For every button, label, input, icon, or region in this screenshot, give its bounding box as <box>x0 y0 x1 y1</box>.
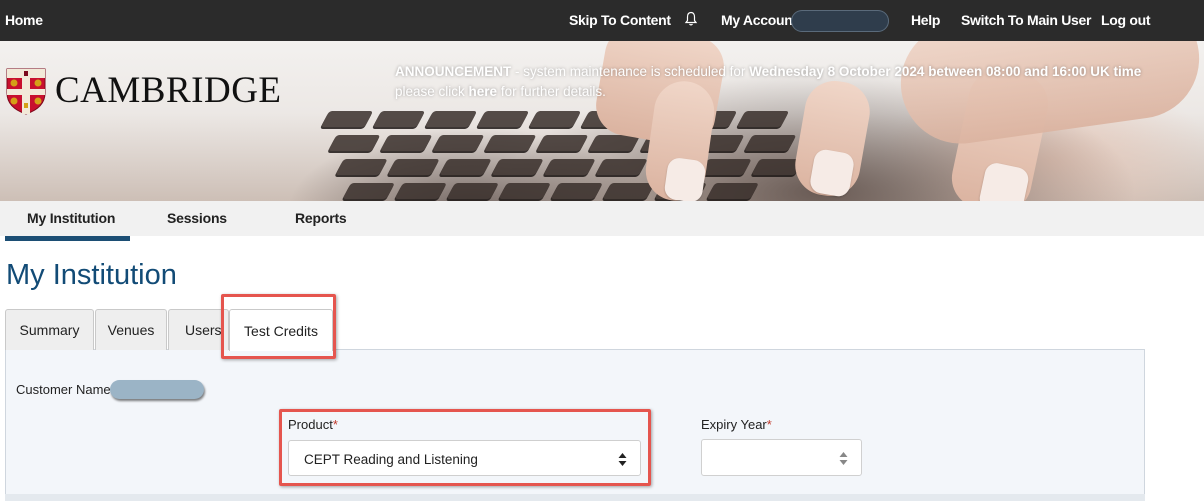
redacted-account-name <box>791 10 889 32</box>
logout-link[interactable]: Log out <box>1101 12 1151 28</box>
expiry-year-label: Expiry Year* <box>701 417 772 432</box>
skip-to-content-link[interactable]: Skip To Content <box>569 12 671 28</box>
announcement: ANNOUNCEMENT - system maintenance is sch… <box>395 62 1155 102</box>
page-title: My Institution <box>6 259 177 291</box>
top-bar: Home Skip To Content My Account Help Swi… <box>0 0 1204 41</box>
product-select-highlight <box>279 409 651 486</box>
tab-users[interactable]: Users <box>168 309 229 350</box>
nav-active-indicator <box>5 236 130 241</box>
customer-name-label: Customer Name <box>16 382 111 397</box>
expiry-year-select[interactable] <box>701 439 862 476</box>
announcement-here-link[interactable]: here <box>469 84 498 99</box>
my-account-link[interactable]: My Account <box>721 12 797 28</box>
announcement-text-2: please click <box>395 84 469 99</box>
tab-venues[interactable]: Venues <box>95 309 167 350</box>
select-arrows-icon <box>839 452 848 465</box>
announcement-date: Wednesday 8 October 2024 between 08:00 a… <box>749 64 1142 79</box>
home-link[interactable]: Home <box>5 12 43 28</box>
expiry-year-label-text: Expiry Year <box>701 417 767 432</box>
announcement-label: ANNOUNCEMENT <box>395 64 512 79</box>
cambridge-shield-icon <box>6 68 46 115</box>
nav-reports[interactable]: Reports <box>295 210 347 226</box>
help-link[interactable]: Help <box>911 12 940 28</box>
announcement-text-3: for further details. <box>497 84 606 99</box>
switch-to-main-user-link[interactable]: Switch To Main User <box>961 12 1091 28</box>
nav-my-institution[interactable]: My Institution <box>27 210 115 226</box>
announcement-text: - system maintenance is scheduled for <box>511 64 750 79</box>
tab-summary[interactable]: Summary <box>5 309 94 350</box>
bell-icon[interactable] <box>684 11 698 27</box>
test-credits-tab-highlight <box>221 294 336 359</box>
redacted-customer-name <box>110 380 204 399</box>
cambridge-logo-text[interactable]: CAMBRIDGE <box>55 69 282 112</box>
expiry-required-mark: * <box>766 417 772 432</box>
nav-sessions[interactable]: Sessions <box>167 210 227 226</box>
main-nav: My Institution Sessions Reports <box>0 201 1204 236</box>
panel-bottom-strip <box>5 494 1145 501</box>
